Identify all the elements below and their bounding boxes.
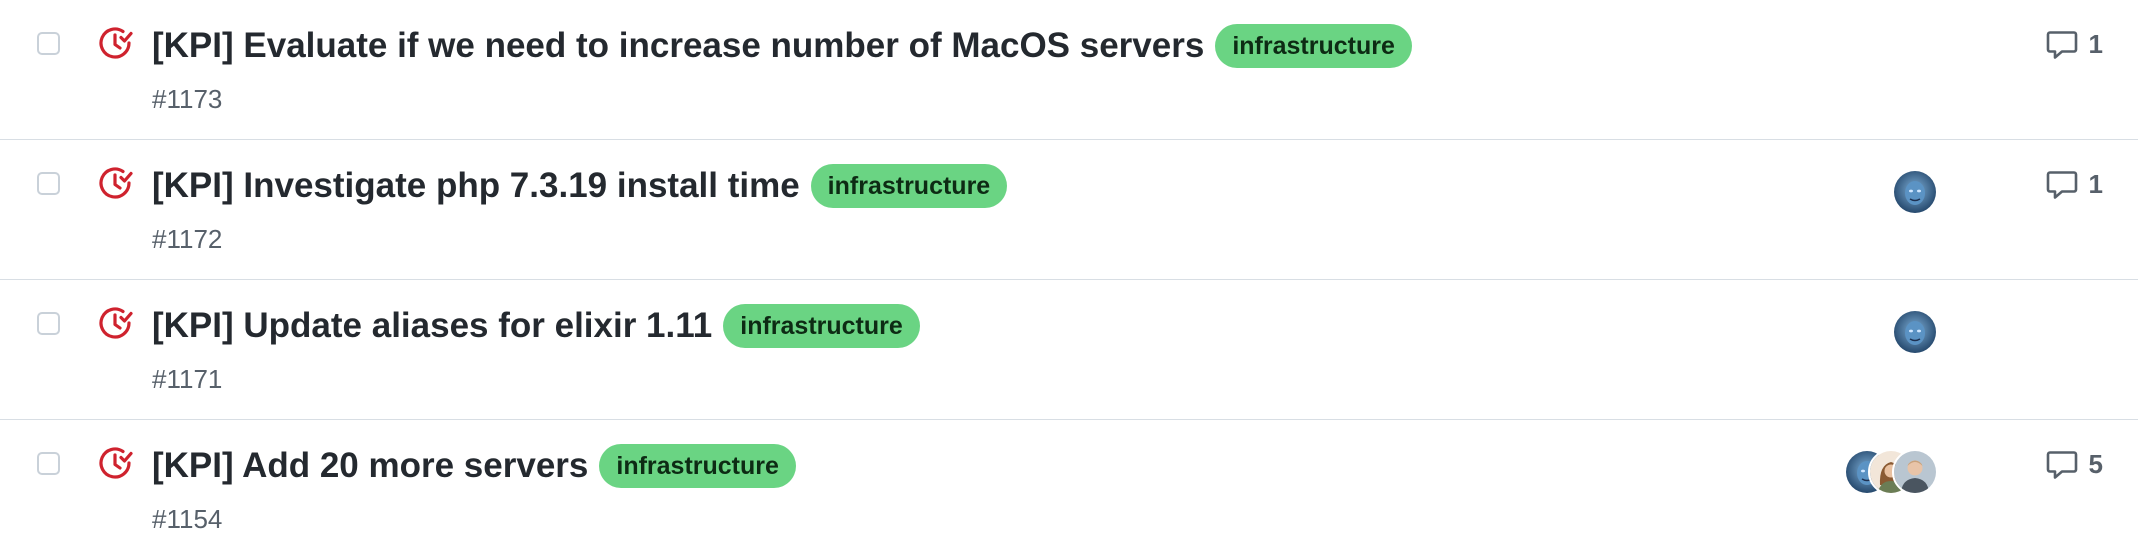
issue-number: #1172 bbox=[152, 224, 223, 254]
comment-icon bbox=[2046, 451, 2077, 479]
comments-link[interactable]: 5 bbox=[2045, 447, 2103, 481]
issue-list: [KPI] Evaluate if we need to increase nu… bbox=[0, 0, 2138, 560]
issue-title-line: [KPI] Investigate php 7.3.19 install tim… bbox=[152, 158, 1008, 214]
label-infrastructure[interactable]: infrastructure bbox=[599, 444, 796, 488]
issue-row: [KPI] Evaluate if we need to increase nu… bbox=[0, 0, 2138, 140]
label-infrastructure[interactable]: infrastructure bbox=[723, 304, 920, 348]
comment-count: 5 bbox=[2088, 448, 2103, 479]
comments-link[interactable]: 1 bbox=[2045, 167, 2103, 201]
issue-title-line: [KPI] Add 20 more servers infrastructure bbox=[152, 438, 796, 494]
comment-count: 1 bbox=[2088, 168, 2103, 199]
issue-state-icon bbox=[99, 447, 133, 479]
select-checkbox[interactable] bbox=[37, 452, 60, 475]
assignees bbox=[1892, 309, 1938, 355]
comment-icon bbox=[2046, 171, 2077, 199]
issue-title-line: [KPI] Update aliases for elixir 1.11 inf… bbox=[152, 298, 920, 354]
assignee-avatar[interactable] bbox=[1892, 309, 1938, 355]
assignee-avatar[interactable] bbox=[1892, 169, 1938, 215]
select-checkbox[interactable] bbox=[37, 172, 60, 195]
assignees bbox=[1892, 169, 1938, 215]
issue-title-line: [KPI] Evaluate if we need to increase nu… bbox=[152, 18, 1412, 74]
issue-state-icon bbox=[99, 167, 133, 199]
assignee-avatar[interactable] bbox=[1892, 449, 1938, 495]
issue-row: [KPI] Update aliases for elixir 1.11 inf… bbox=[0, 280, 2138, 420]
label-infrastructure[interactable]: infrastructure bbox=[810, 164, 1008, 208]
assignees bbox=[1844, 449, 1938, 495]
select-checkbox[interactable] bbox=[37, 32, 60, 55]
issue-title-link[interactable]: [KPI] Add 20 more servers bbox=[152, 438, 588, 494]
issue-title-link[interactable]: [KPI] Investigate php 7.3.19 install tim… bbox=[152, 158, 800, 214]
comment-icon bbox=[2046, 31, 2077, 59]
issue-title-link[interactable]: [KPI] Update aliases for elixir 1.11 bbox=[152, 298, 712, 354]
select-checkbox[interactable] bbox=[37, 312, 60, 335]
issue-number: #1154 bbox=[152, 504, 223, 534]
issue-state-icon bbox=[99, 27, 133, 59]
label-infrastructure[interactable]: infrastructure bbox=[1215, 24, 1412, 68]
issue-row: [KPI] Add 20 more servers infrastructure… bbox=[0, 420, 2138, 560]
comments-link[interactable]: 1 bbox=[2045, 27, 2103, 61]
issue-state-icon bbox=[99, 307, 133, 339]
comment-count: 1 bbox=[2088, 28, 2103, 59]
issue-title-link[interactable]: [KPI] Evaluate if we need to increase nu… bbox=[152, 18, 1204, 74]
issue-row: [KPI] Investigate php 7.3.19 install tim… bbox=[0, 140, 2138, 280]
issue-number: #1171 bbox=[152, 364, 223, 394]
issue-number: #1173 bbox=[152, 84, 223, 114]
